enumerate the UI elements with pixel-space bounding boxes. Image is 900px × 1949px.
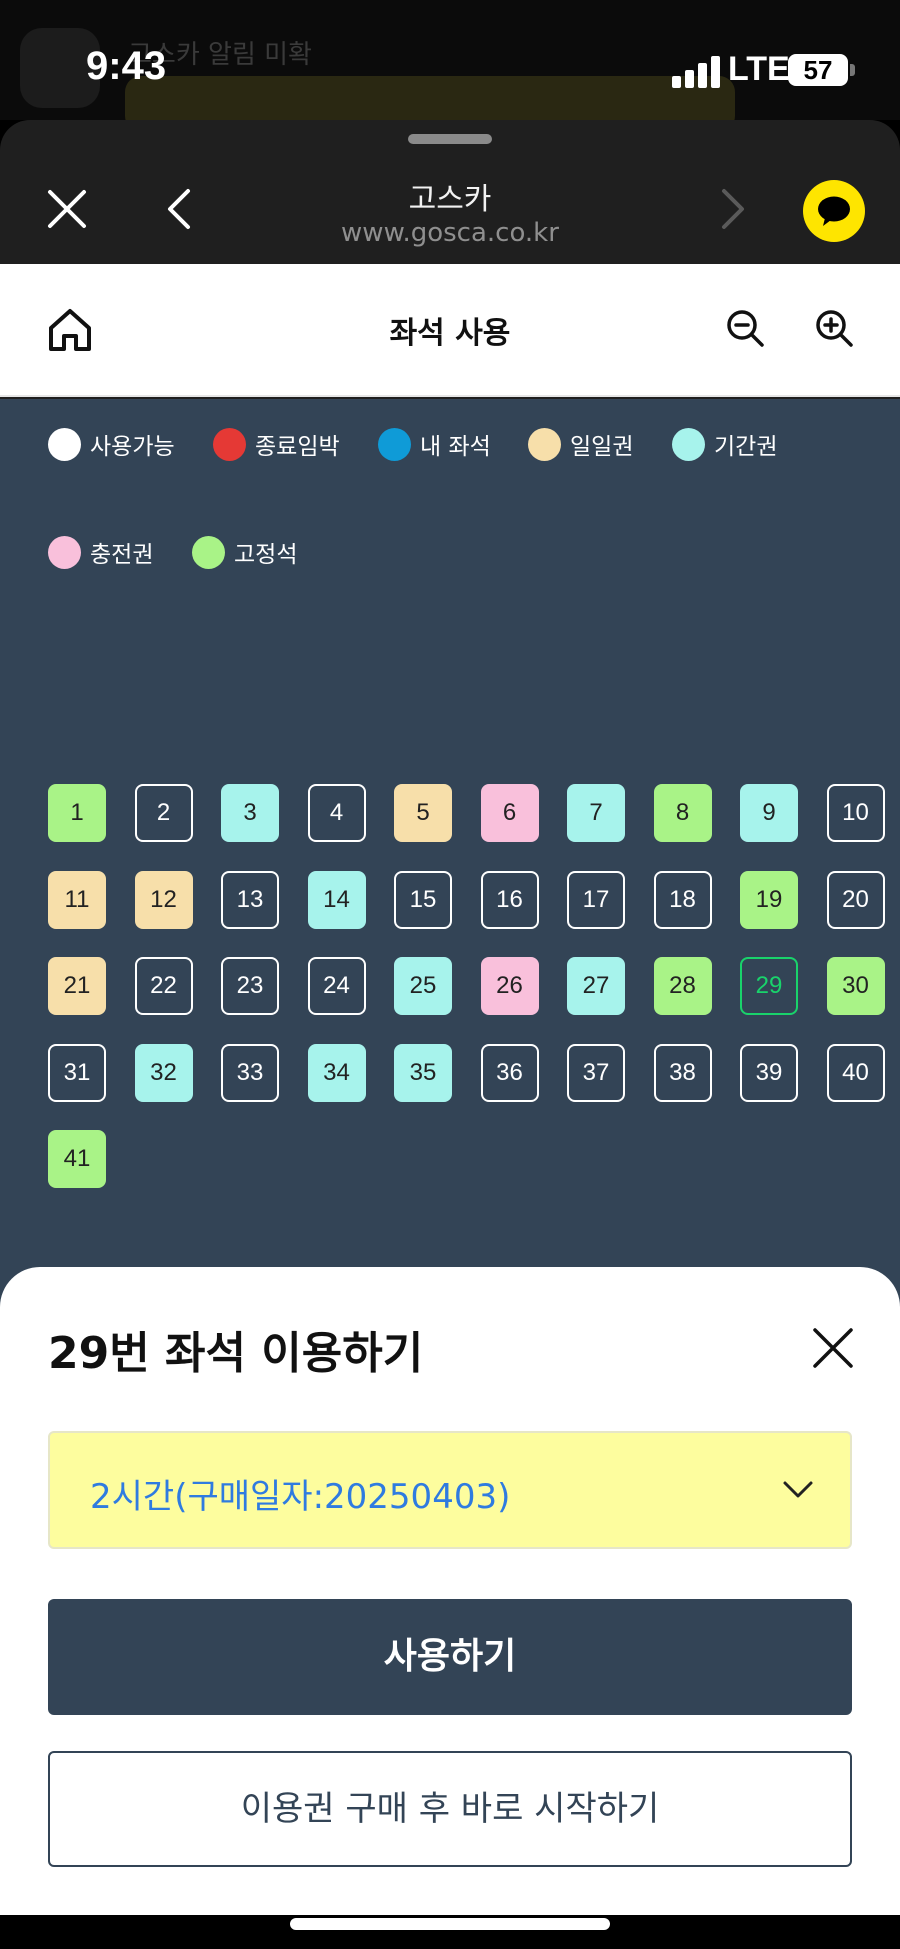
- legend-item: 충전권: [48, 535, 153, 569]
- legend-item: 사용가능: [48, 427, 175, 461]
- seat-22[interactable]: 22: [134, 957, 193, 1015]
- home-icon[interactable]: [46, 306, 94, 354]
- seat-32[interactable]: 32: [134, 1043, 193, 1102]
- seat-33[interactable]: 33: [221, 1043, 279, 1102]
- seat-28[interactable]: 28: [653, 957, 712, 1015]
- seat-14[interactable]: 14: [307, 870, 366, 929]
- legend-color-dot: [378, 427, 411, 461]
- use-button[interactable]: 사용하기: [48, 1599, 852, 1715]
- legend-color-dot: [213, 427, 246, 461]
- seat-30[interactable]: 30: [826, 957, 885, 1015]
- seat-13[interactable]: 13: [221, 870, 279, 929]
- ticket-select[interactable]: 2시간(구매일자:20250403): [48, 1431, 852, 1549]
- zoom-out-icon[interactable]: [725, 308, 765, 348]
- legend-label: 기간권: [714, 434, 778, 460]
- zoom-in-icon[interactable]: [814, 308, 854, 348]
- legend-label: 고정석: [234, 542, 298, 568]
- legend-label: 사용가능: [90, 434, 175, 460]
- chevron-down-icon: [783, 1481, 813, 1498]
- seat-15[interactable]: 15: [394, 870, 452, 929]
- cellular-signal-icon: [672, 56, 722, 88]
- forward-icon[interactable]: [712, 186, 752, 232]
- legend-color-dot: [192, 535, 225, 569]
- legend-item: 고정석: [192, 535, 297, 569]
- browser-title: 고스카: [408, 182, 492, 217]
- seat-18[interactable]: 18: [653, 870, 712, 929]
- seat-41[interactable]: 41: [48, 1130, 106, 1188]
- seat-4[interactable]: 4: [307, 784, 366, 842]
- seat-39[interactable]: 39: [740, 1043, 798, 1102]
- seat-2[interactable]: 2: [134, 784, 193, 842]
- legend-label: 충전권: [90, 542, 154, 568]
- battery-tip: [850, 64, 855, 76]
- legend-label: 일일권: [570, 434, 634, 460]
- legend-color-dot: [528, 427, 561, 461]
- seat-37[interactable]: 37: [567, 1043, 625, 1102]
- seat-7[interactable]: 7: [567, 784, 625, 842]
- seat-use-sheet: 29번 좌석 이용하기 2시간(구매일자:20250403) 사용하기 이용권 …: [0, 1267, 900, 1915]
- home-indicator[interactable]: [290, 1918, 610, 1930]
- legend-color-dot: [48, 535, 81, 569]
- browser-url: www.gosca.co.kr: [341, 218, 559, 248]
- legend-item: 종료임박: [213, 427, 340, 461]
- sheet-title: 29번 좌석 이용하기: [48, 1328, 424, 1379]
- seat-17[interactable]: 17: [567, 870, 625, 929]
- seat-16[interactable]: 16: [480, 870, 539, 929]
- seat-35[interactable]: 35: [394, 1043, 452, 1102]
- kakao-chat-icon: [818, 196, 850, 226]
- legend-label: 종료임박: [255, 434, 340, 460]
- close-icon[interactable]: [44, 186, 90, 232]
- seat-1[interactable]: 1: [48, 784, 106, 842]
- legend-color-dot: [672, 427, 705, 461]
- seat-31[interactable]: 31: [48, 1043, 106, 1102]
- seat-29[interactable]: 29: [740, 957, 798, 1015]
- seat-24[interactable]: 24: [307, 957, 366, 1015]
- seat-38[interactable]: 38: [653, 1043, 712, 1102]
- legend-label: 내 좌석: [420, 434, 491, 460]
- ticket-select-value: 2시간(구매일자:20250403): [90, 1477, 511, 1517]
- status-bar: 고스카 알림 미확 9:43 LTE 57: [0, 0, 900, 132]
- seat-34[interactable]: 34: [307, 1043, 366, 1102]
- phone-screen: 고스카 알림 미확 9:43 LTE 57 고스카 www.gosca.co.k…: [0, 0, 900, 1949]
- seat-6[interactable]: 6: [480, 784, 539, 842]
- seat-11[interactable]: 11: [48, 870, 106, 929]
- network-type: LTE: [728, 50, 790, 88]
- page-title: 좌석 사용: [389, 316, 511, 351]
- page-header: 좌석 사용: [0, 264, 900, 397]
- seat-26[interactable]: 26: [480, 957, 539, 1015]
- seat-8[interactable]: 8: [653, 784, 712, 842]
- seat-10[interactable]: 10: [826, 784, 885, 842]
- seat-25[interactable]: 25: [394, 957, 452, 1015]
- back-icon[interactable]: [160, 186, 200, 232]
- seat-12[interactable]: 12: [134, 870, 193, 929]
- sheet-grabber[interactable]: [408, 134, 492, 144]
- seat-5[interactable]: 5: [394, 784, 452, 842]
- clock: 9:43: [86, 44, 167, 88]
- seat-3[interactable]: 3: [221, 784, 279, 842]
- kakao-chat-button[interactable]: [803, 180, 865, 242]
- seat-40[interactable]: 40: [826, 1043, 885, 1102]
- battery-icon: 57: [788, 54, 848, 86]
- seat-36[interactable]: 36: [480, 1043, 539, 1102]
- buy-and-start-button[interactable]: 이용권 구매 후 바로 시작하기: [48, 1751, 852, 1867]
- seat-20[interactable]: 20: [826, 870, 885, 929]
- legend-item: 기간권: [672, 427, 777, 461]
- seat-9[interactable]: 9: [740, 784, 798, 842]
- close-icon[interactable]: [812, 1327, 854, 1369]
- seat-23[interactable]: 23: [221, 957, 279, 1015]
- legend-color-dot: [48, 427, 81, 461]
- seat-19[interactable]: 19: [740, 870, 798, 929]
- legend-item: 일일권: [528, 427, 633, 461]
- seat-27[interactable]: 27: [567, 957, 625, 1015]
- seat-21[interactable]: 21: [48, 957, 106, 1015]
- legend-item: 내 좌석: [378, 427, 491, 461]
